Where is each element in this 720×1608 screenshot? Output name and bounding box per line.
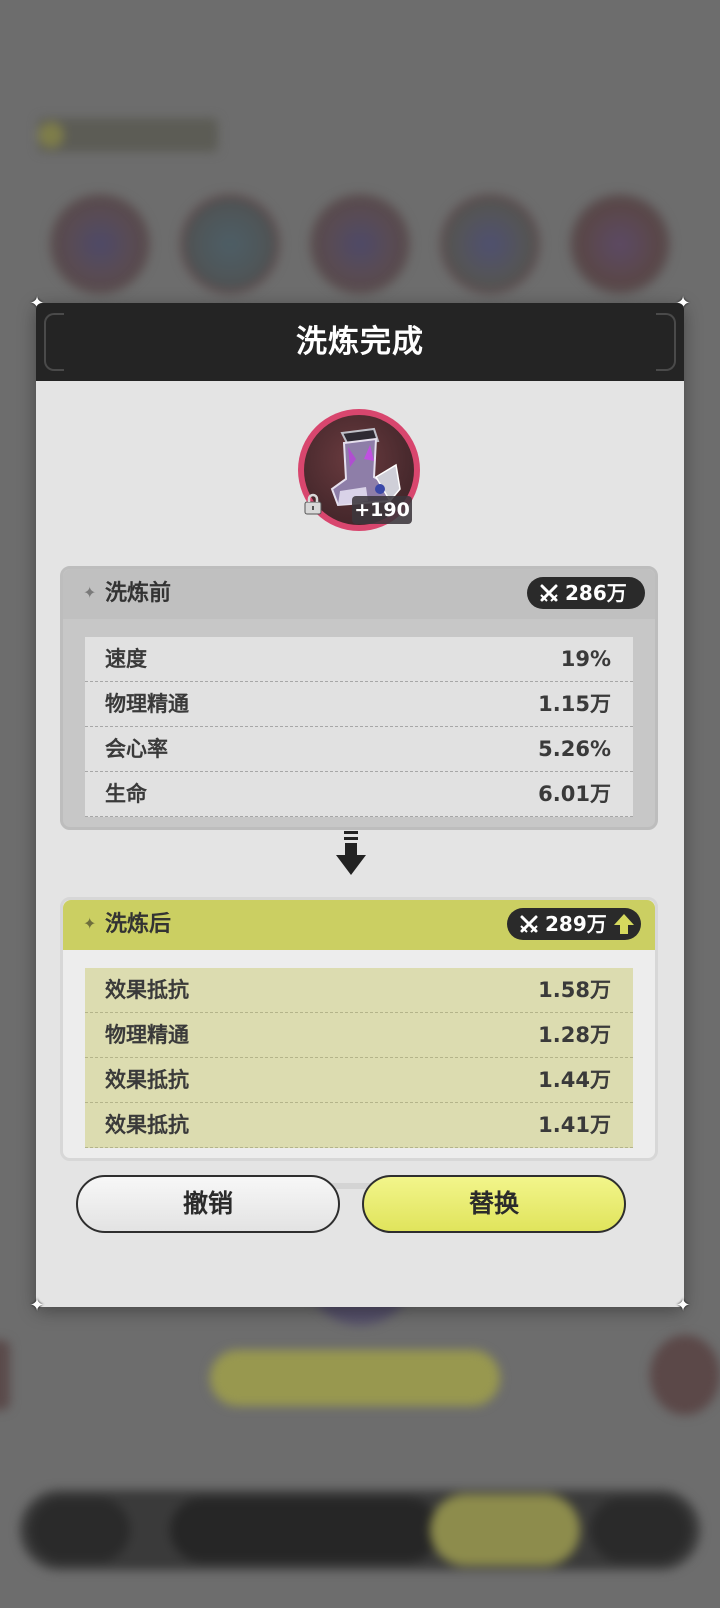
crossed-swords-icon bbox=[540, 584, 558, 602]
after-power-value: 289万 bbox=[545, 912, 607, 936]
stat-name: 效果抵抗 bbox=[105, 978, 189, 1002]
after-panel-header: ✦ 洗炼后 289万 bbox=[63, 900, 655, 950]
stat-value: 1.28万 bbox=[538, 1023, 611, 1047]
background-stub bbox=[0, 1340, 10, 1410]
stat-row: 会心率 5.26% bbox=[85, 727, 633, 772]
stat-value: 5.26% bbox=[538, 737, 611, 761]
replace-button[interactable]: 替换 bbox=[362, 1175, 626, 1233]
background-avatar bbox=[576, 200, 664, 288]
stat-row: 效果抵抗 1.58万 bbox=[85, 968, 633, 1013]
before-power-badge: 286万 bbox=[527, 577, 645, 609]
background-avatar bbox=[316, 200, 404, 288]
stat-row: 速度 19% bbox=[85, 637, 633, 682]
background-title-bar bbox=[38, 118, 218, 152]
before-panel-header: ✦ 洗炼前 286万 bbox=[63, 569, 655, 619]
after-label: 洗炼后 bbox=[105, 912, 172, 937]
power-up-arrow-icon bbox=[614, 914, 634, 934]
stat-value: 1.44万 bbox=[538, 1068, 611, 1092]
stat-row: 效果抵抗 1.44万 bbox=[85, 1058, 633, 1103]
stat-row: 效果抵抗 1.41万 bbox=[85, 1103, 633, 1148]
stat-name: 物理精通 bbox=[105, 1023, 189, 1047]
refine-result-dialog: ✦ ✦ ✦ ✦ 洗炼完成 +190 ✦ 洗炼前 286万 速度 19% 物理精通… bbox=[29, 295, 690, 1315]
background-bottom-button bbox=[30, 1498, 130, 1562]
lock-icon[interactable] bbox=[302, 493, 324, 515]
star-icon: ✦ bbox=[83, 583, 97, 602]
before-label: 洗炼前 bbox=[105, 581, 172, 606]
stat-value: 1.58万 bbox=[538, 978, 611, 1002]
stat-value: 1.15万 bbox=[538, 692, 611, 716]
before-power-value: 286万 bbox=[565, 581, 627, 605]
cancel-button[interactable]: 撤销 bbox=[76, 1175, 340, 1233]
background-bottom-button bbox=[170, 1498, 440, 1562]
stat-name: 效果抵抗 bbox=[105, 1068, 189, 1092]
after-stats-panel: ✦ 洗炼后 289万 效果抵抗 1.58万 物理精通 1.28万 效果抵抗 1.… bbox=[60, 897, 658, 1161]
before-stats-panel: ✦ 洗炼前 286万 速度 19% 物理精通 1.15万 会心率 5.26% 生… bbox=[60, 566, 658, 830]
crossed-swords-icon bbox=[520, 915, 538, 933]
background-bottom-button bbox=[590, 1498, 690, 1562]
dialog-header: 洗炼完成 bbox=[36, 303, 684, 381]
stat-row: 物理精通 1.15万 bbox=[85, 682, 633, 727]
dialog-title: 洗炼完成 bbox=[296, 324, 424, 360]
stat-row: 生命 6.01万 bbox=[85, 772, 633, 817]
after-stat-list: 效果抵抗 1.58万 物理精通 1.28万 效果抵抗 1.44万 效果抵抗 1.… bbox=[85, 968, 633, 1148]
stat-value: 6.01万 bbox=[538, 782, 611, 806]
stat-name: 物理精通 bbox=[105, 692, 189, 716]
stat-name: 效果抵抗 bbox=[105, 1113, 189, 1137]
background-bottom-bar bbox=[20, 1490, 700, 1570]
stat-name: 会心率 bbox=[105, 737, 168, 761]
stat-name: 生命 bbox=[105, 782, 147, 806]
background-emblem bbox=[650, 1335, 720, 1415]
after-power-badge: 289万 bbox=[507, 908, 641, 940]
corner-ornament-icon: ✦ bbox=[29, 1295, 45, 1316]
background-bottom-button bbox=[430, 1494, 580, 1566]
background-action-bar bbox=[210, 1350, 500, 1406]
background-avatar bbox=[186, 200, 274, 288]
star-icon: ✦ bbox=[83, 914, 97, 933]
background-avatar bbox=[446, 200, 534, 288]
background-avatar bbox=[56, 200, 144, 288]
before-stat-list: 速度 19% 物理精通 1.15万 会心率 5.26% 生命 6.01万 bbox=[85, 637, 633, 817]
stat-value: 1.41万 bbox=[538, 1113, 611, 1137]
item-level-badge: +190 bbox=[352, 496, 412, 524]
stat-value: 19% bbox=[560, 647, 611, 671]
stat-row: 物理精通 1.28万 bbox=[85, 1013, 633, 1058]
stat-name: 速度 bbox=[105, 647, 147, 671]
corner-ornament-icon: ✦ bbox=[675, 1295, 691, 1316]
down-arrow-icon bbox=[336, 831, 366, 875]
